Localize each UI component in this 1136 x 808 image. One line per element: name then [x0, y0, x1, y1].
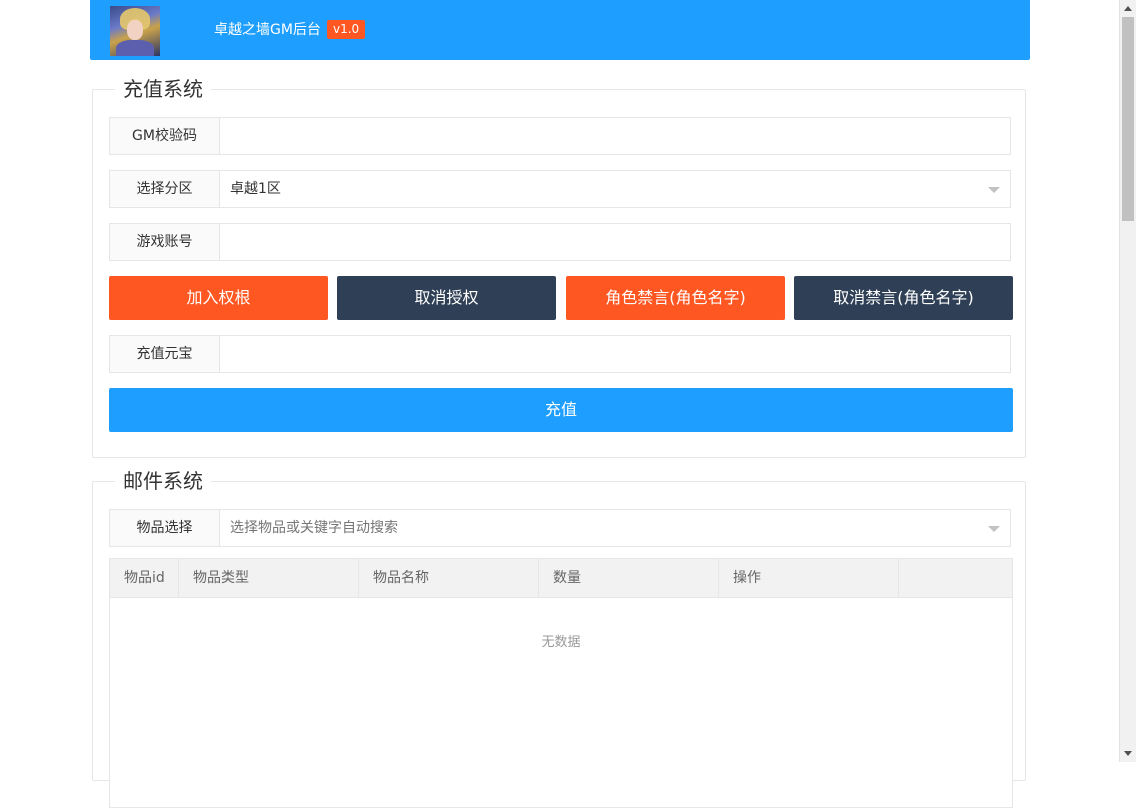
gm-code-input[interactable] [220, 118, 1010, 154]
account-row: 游戏账号 [109, 223, 1011, 261]
add-auth-button[interactable]: 加入权根 [109, 276, 328, 320]
col-quantity: 数量 [539, 559, 719, 597]
gm-code-label: GM校验码 [110, 118, 220, 154]
zone-label: 选择分区 [110, 171, 220, 207]
recharge-section: 充值系统 GM校验码 选择分区 卓越1区 游戏账号 加入权根 取消授权 角色禁言… [92, 76, 1026, 458]
item-select-row[interactable]: 物品选择 选择物品或关键字自动搜索 [109, 509, 1011, 547]
account-input[interactable] [220, 224, 1010, 260]
zone-select[interactable]: 卓越1区 [220, 171, 1010, 207]
item-label: 物品选择 [110, 510, 220, 546]
top-header-bar: 卓越之墙GM后台 v1.0 [90, 0, 1030, 60]
ingot-row: 充值元宝 [109, 335, 1011, 373]
page-scrollbar[interactable] [1119, 0, 1136, 762]
gm-code-row: GM校验码 [109, 117, 1011, 155]
ingot-label: 充值元宝 [110, 336, 220, 372]
chevron-down-icon[interactable] [988, 187, 1000, 193]
scroll-up-icon[interactable] [1124, 6, 1132, 11]
mail-section: 邮件系统 物品选择 选择物品或关键字自动搜索 物品id 物品类型 物品名称 数量… [92, 468, 1026, 808]
ingot-input[interactable] [220, 336, 1010, 372]
recharge-legend: 充值系统 [115, 76, 211, 102]
unmute-role-button[interactable]: 取消禁言(角色名字) [794, 276, 1013, 320]
col-item-id: 物品id [110, 559, 179, 597]
col-action: 操作 [719, 559, 899, 597]
recharge-submit-button[interactable]: 充值 [109, 388, 1013, 432]
scroll-down-icon[interactable] [1124, 751, 1132, 756]
account-label: 游戏账号 [110, 224, 220, 260]
cancel-auth-button[interactable]: 取消授权 [337, 276, 556, 320]
mute-role-button[interactable]: 角色禁言(角色名字) [566, 276, 785, 320]
mail-items-table: 物品id 物品类型 物品名称 数量 操作 无数据 [109, 558, 1013, 808]
chevron-down-icon[interactable] [988, 526, 1000, 532]
scroll-thumb[interactable] [1122, 17, 1134, 221]
item-select[interactable]: 选择物品或关键字自动搜索 [220, 510, 1010, 546]
col-item-name: 物品名称 [359, 559, 539, 597]
version-badge: v1.0 [327, 20, 366, 39]
table-header: 物品id 物品类型 物品名称 数量 操作 [110, 559, 1012, 598]
col-blank [899, 559, 1012, 597]
empty-state-text: 无数据 [541, 635, 581, 650]
mail-legend: 邮件系统 [115, 468, 211, 494]
zone-select-row[interactable]: 选择分区 卓越1区 [109, 170, 1011, 208]
col-item-type: 物品类型 [179, 559, 359, 597]
game-avatar-icon [110, 6, 160, 56]
app-title: 卓越之墙GM后台 [214, 22, 321, 38]
